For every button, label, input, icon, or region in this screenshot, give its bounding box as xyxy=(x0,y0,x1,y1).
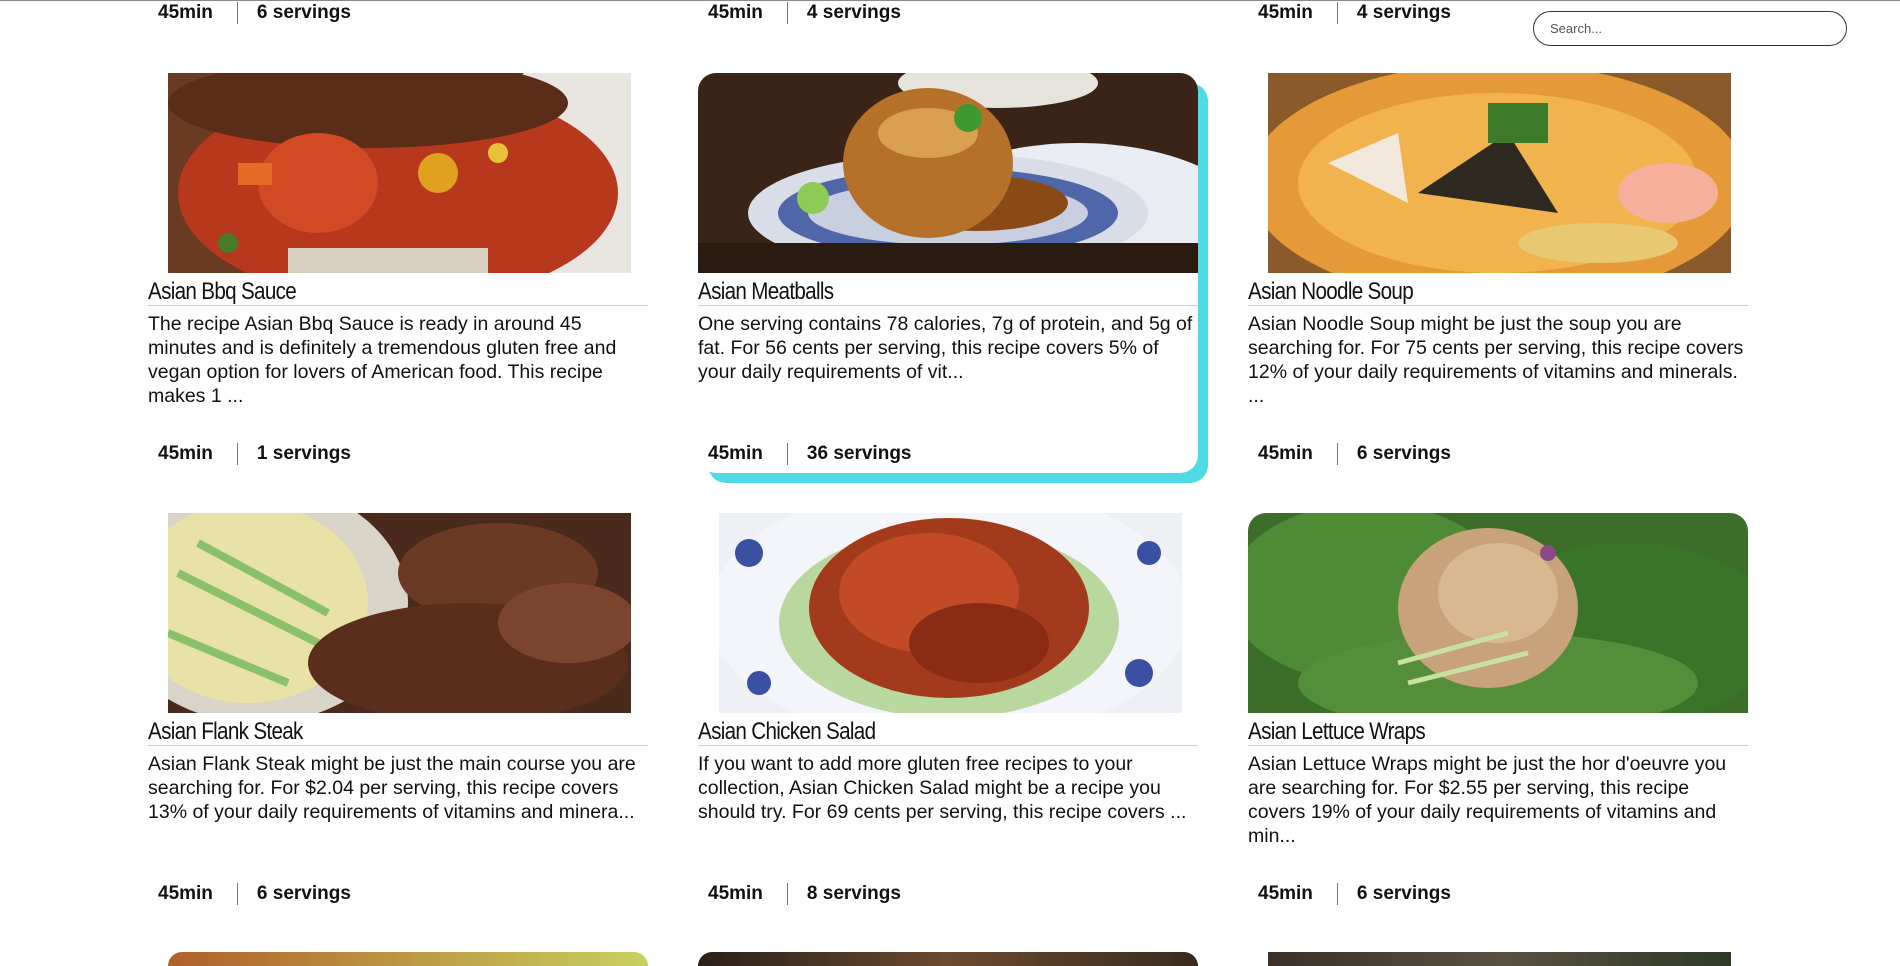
divider xyxy=(1248,745,1748,746)
divider xyxy=(1336,883,1338,905)
recipe-card-hovered[interactable]: Asian Meatballs One serving contains 78 … xyxy=(698,73,1198,473)
recipe-title[interactable]: Asian Meatballs xyxy=(698,278,1128,306)
recipe-description: The recipe Asian Bbq Sauce is ready in a… xyxy=(148,313,617,407)
cook-time: 45min xyxy=(1258,443,1313,464)
cook-time: 45min xyxy=(1258,883,1313,904)
recipe-meta: 45min 6 servings xyxy=(158,0,351,26)
divider xyxy=(698,745,1198,746)
cook-time: 45min xyxy=(708,443,763,464)
recipe-meta: 45min 4 servings xyxy=(1258,0,1451,26)
recipe-description: If you want to add more gluten free reci… xyxy=(698,753,1187,823)
recipe-photo-partial[interactable] xyxy=(698,952,1198,966)
recipe-meta: 45min 1 servings xyxy=(158,441,351,467)
recipe-card[interactable]: Asian Bbq Sauce The recipe Asian Bbq Sau… xyxy=(148,73,648,473)
divider xyxy=(236,443,238,465)
divider xyxy=(1336,443,1338,465)
servings: 4 servings xyxy=(806,2,901,23)
recipe-description: Asian Flank Steak might be just the main… xyxy=(148,753,636,823)
recipe-meta: 45min 4 servings xyxy=(708,0,901,26)
recipe-card-partial[interactable]: 45min 6 servings xyxy=(148,0,648,26)
recipe-card-partial[interactable]: 45min 4 servings xyxy=(698,0,1198,26)
meatball-photo[interactable] xyxy=(698,73,1198,273)
divider xyxy=(148,305,648,306)
cook-time: 45min xyxy=(708,2,763,23)
servings: 6 servings xyxy=(256,883,351,904)
flank-steak-photo[interactable] xyxy=(168,513,631,713)
divider xyxy=(786,443,788,465)
recipe-card-partial[interactable]: 45min 4 servings xyxy=(1248,0,1748,26)
recipe-meta: 45min 8 servings xyxy=(708,881,901,907)
divider xyxy=(236,883,238,905)
recipe-photo-partial[interactable] xyxy=(168,952,648,966)
recipe-card[interactable]: Asian Noodle Soup Asian Noodle Soup migh… xyxy=(1248,73,1748,473)
servings: 8 servings xyxy=(806,883,901,904)
recipe-title[interactable]: Asian Flank Steak xyxy=(148,718,578,746)
recipe-title[interactable]: Asian Lettuce Wraps xyxy=(1248,718,1678,746)
cook-time: 45min xyxy=(158,443,213,464)
cook-time: 45min xyxy=(708,883,763,904)
chicken-salad-photo[interactable] xyxy=(719,513,1182,713)
divider xyxy=(786,883,788,905)
servings: 36 servings xyxy=(806,443,912,464)
recipe-card[interactable]: Asian Lettuce Wraps Asian Lettuce Wraps … xyxy=(1248,513,1748,913)
recipe-description: Asian Noodle Soup might be just the soup… xyxy=(1248,313,1744,407)
divider xyxy=(1248,305,1748,306)
servings: 1 servings xyxy=(256,443,351,464)
servings: 6 servings xyxy=(1356,883,1451,904)
divider xyxy=(786,2,788,24)
recipe-title[interactable]: Asian Bbq Sauce xyxy=(148,278,578,306)
recipe-title[interactable]: Asian Noodle Soup xyxy=(1248,278,1678,306)
bbq-sauce-photo[interactable] xyxy=(168,73,631,273)
servings: 6 servings xyxy=(256,2,351,23)
divider xyxy=(698,305,1198,306)
recipe-photo-partial[interactable] xyxy=(1268,952,1731,966)
noodle-soup-photo[interactable] xyxy=(1268,73,1731,273)
divider xyxy=(236,2,238,24)
recipe-description: One serving contains 78 calories, 7g of … xyxy=(698,313,1193,383)
servings: 4 servings xyxy=(1356,2,1451,23)
cook-time: 45min xyxy=(158,2,213,23)
recipe-meta: 45min 6 servings xyxy=(1258,881,1451,907)
servings: 6 servings xyxy=(1356,443,1451,464)
recipe-meta: 45min 6 servings xyxy=(158,881,351,907)
lettuce-wraps-photo[interactable] xyxy=(1248,513,1748,713)
recipe-card[interactable]: Asian Chicken Salad If you want to add m… xyxy=(698,513,1198,913)
recipe-meta: 45min 36 servings xyxy=(708,441,912,467)
recipe-card[interactable]: Asian Flank Steak Asian Flank Steak migh… xyxy=(148,513,648,913)
divider xyxy=(148,745,648,746)
cook-time: 45min xyxy=(1258,2,1313,23)
recipe-meta: 45min 6 servings xyxy=(1258,441,1451,467)
cook-time: 45min xyxy=(158,883,213,904)
divider xyxy=(1336,2,1338,24)
recipe-title[interactable]: Asian Chicken Salad xyxy=(698,718,1128,746)
recipe-description: Asian Lettuce Wraps might be just the ho… xyxy=(1248,753,1727,847)
